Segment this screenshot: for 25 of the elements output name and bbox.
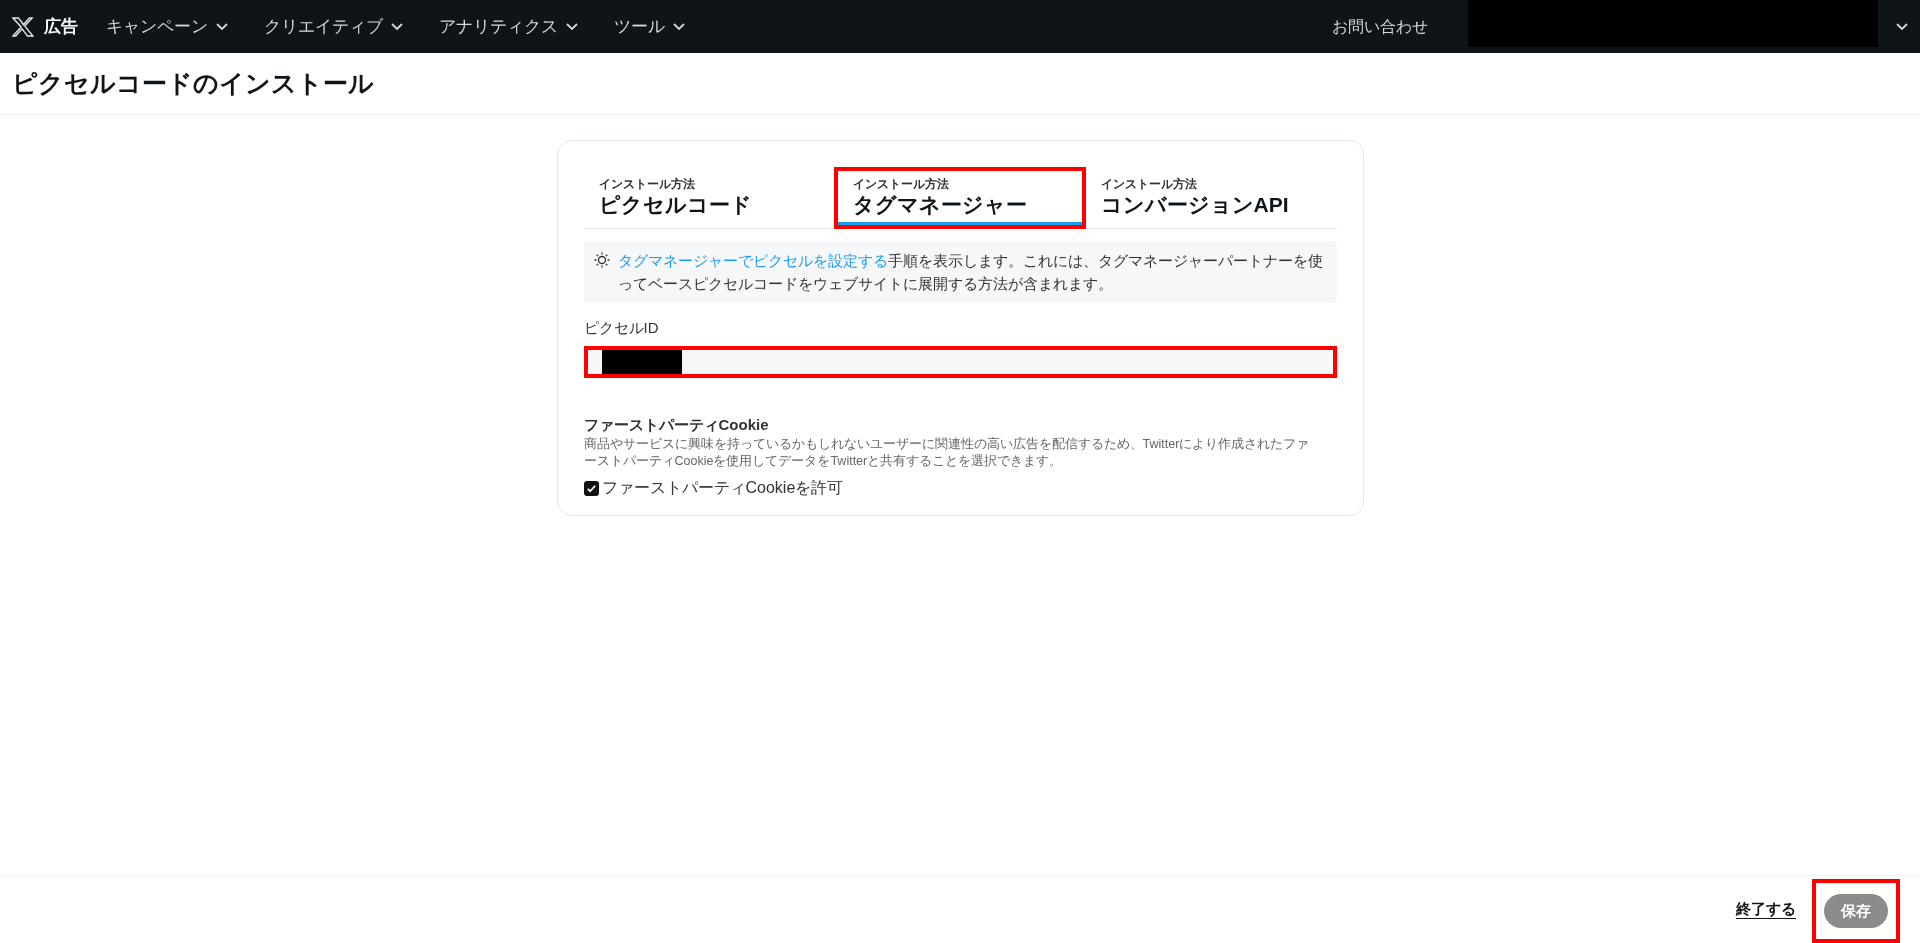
nav-menu[interactable]: アナリティクス bbox=[439, 13, 578, 40]
contact-link[interactable]: お問い合わせ bbox=[1332, 14, 1428, 39]
checkbox[interactable] bbox=[583, 480, 599, 496]
exit-link[interactable]: 終了する bbox=[1736, 898, 1796, 921]
install-method-tab[interactable]: インストール方法 コンバージョンAPI bbox=[1085, 167, 1337, 229]
nav-menu[interactable]: ツール bbox=[614, 13, 685, 40]
nav-menu[interactable]: クリエイティブ bbox=[264, 13, 403, 40]
x-logo-icon[interactable] bbox=[12, 16, 34, 37]
chevron-down-icon bbox=[391, 22, 403, 31]
chevron-down-icon[interactable] bbox=[1896, 22, 1908, 31]
field-label: ピクセルID bbox=[583, 318, 660, 338]
install-method-tab[interactable]: インストール方法 ピクセルコード bbox=[583, 167, 835, 229]
page-title: ピクセルコードのインストール bbox=[12, 67, 374, 99]
checkmark-icon bbox=[585, 482, 597, 494]
chevron-down-icon bbox=[673, 22, 685, 31]
pixel-id-field[interactable] bbox=[583, 345, 1337, 378]
cookie-description: 商品やサービスに興味を持っているかもしれないユーザーに関連性の高い広告を配信するため、Twitterにより作成されたファーストパーティCookieを使用してデータをTwitterと共有することを選択できます。 bbox=[583, 436, 1311, 470]
chevron-down-icon bbox=[566, 22, 578, 31]
brand-label: 広告 bbox=[44, 15, 78, 38]
checkbox-label: ファーストパーティCookieを許可 bbox=[601, 478, 844, 498]
chevron-down-icon bbox=[216, 22, 228, 31]
cookie-heading: ファーストパーティCookie bbox=[583, 414, 770, 435]
install-method-tab[interactable]: インストール方法 タグマネージャー bbox=[834, 167, 1086, 229]
nav-menu[interactable]: キャンペーン bbox=[106, 13, 228, 40]
info-text: タグマネージャーでピクセルを設定する手順を表示します。これには、タグマネージャーパートナーを使ってベースピクセルコードをウェブサイトに展開する方法が含まれます。 bbox=[617, 251, 1324, 294]
